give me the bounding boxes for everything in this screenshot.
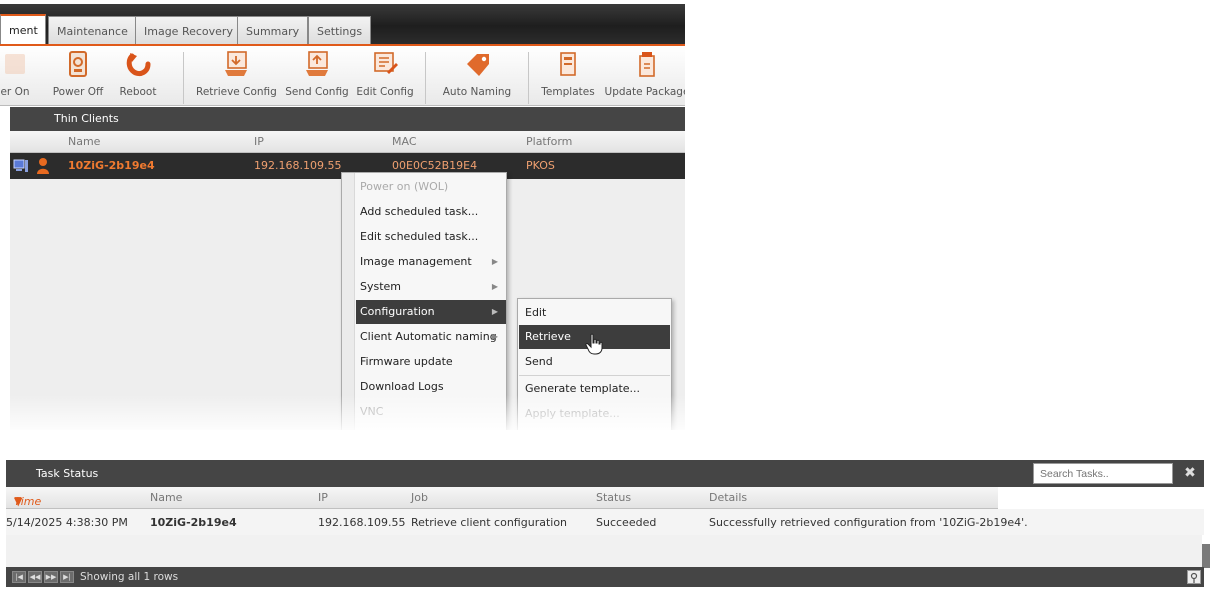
retrieve-config-icon: [225, 51, 247, 76]
column-details[interactable]: Details: [709, 491, 747, 504]
thin-clients-column-headers: Name IP MAC Platform: [10, 131, 685, 153]
table-row[interactable]: 5/14/2025 4:38:30 PM 10ZiG-2b19e4 192.16…: [6, 509, 1204, 535]
context-menu: Power on (WOL) Add scheduled task... Edi…: [341, 172, 507, 430]
submenu-arrow-icon: ▶: [491, 282, 498, 291]
power-off-button[interactable]: Power Off: [50, 50, 106, 106]
first-page-button[interactable]: |◀: [12, 571, 26, 583]
thin-client-platform: PKOS: [526, 159, 555, 172]
reboot-button[interactable]: Reboot: [114, 50, 162, 106]
menu-item-add-scheduled-task[interactable]: Add scheduled task...: [356, 200, 506, 224]
tab-bar: ment Maintenance Image Recovery Summary …: [0, 4, 685, 46]
ribbon-toolbar: er On Power Off Reboot Retrieve Config S…: [0, 44, 685, 106]
submenu-separator: [519, 375, 670, 376]
user-icon: [37, 158, 49, 174]
task-details: Successfully retrieved configuration fro…: [709, 516, 1028, 529]
menu-item-configuration[interactable]: Configuration ▶: [356, 300, 506, 324]
task-name: 10ZiG-2b19e4: [150, 516, 237, 529]
task-job: Retrieve client configuration: [411, 516, 568, 529]
tab-maintenance[interactable]: Maintenance: [48, 16, 137, 46]
retrieve-config-button[interactable]: Retrieve Config: [196, 50, 277, 106]
column-name[interactable]: Name: [150, 491, 182, 504]
task-status: Succeeded: [596, 516, 657, 529]
submenu-arrow-icon: ▶: [491, 257, 498, 266]
power-off-icon: [69, 51, 87, 77]
thin-client-name: 10ZiG-2b19e4: [68, 159, 155, 172]
submenu-arrow-icon: ▶: [491, 332, 498, 341]
menu-item-client-automatic-naming[interactable]: Client Automatic naming ▶: [356, 325, 506, 349]
ribbon-separator: [425, 52, 426, 104]
menu-item-power-on-wol[interactable]: Power on (WOL): [356, 175, 506, 199]
submenu-item-edit[interactable]: Edit: [519, 301, 670, 325]
tab-image-recovery[interactable]: Image Recovery: [135, 16, 242, 46]
update-package-button[interactable]: Update Package: [604, 50, 685, 106]
column-ip[interactable]: IP: [318, 491, 328, 504]
power-on-icon: [5, 54, 25, 74]
power-on-button[interactable]: er On: [0, 50, 38, 106]
ribbon-separator: [528, 52, 529, 104]
task-status-footer: |◀ ◀◀ ▶▶ ▶| Showing all 1 rows: [6, 567, 1204, 587]
menu-item-system[interactable]: System ▶: [356, 275, 506, 299]
auto-naming-icon: [467, 54, 489, 76]
task-status-header: Task Status: [6, 460, 1204, 487]
close-icon[interactable]: ✖: [1180, 463, 1200, 484]
submenu-arrow-icon: ▶: [491, 307, 498, 316]
tab-settings[interactable]: Settings: [308, 16, 372, 46]
reboot-icon: [126, 53, 151, 77]
menu-item-image-management[interactable]: Image management ▶: [356, 250, 506, 274]
previous-page-button[interactable]: ◀◀: [28, 571, 42, 583]
submenu-item-apply-template[interactable]: Apply template...: [519, 402, 670, 426]
templates-icon: [560, 52, 576, 76]
templates-button[interactable]: Templates: [538, 50, 598, 106]
column-header-filler: [998, 487, 1204, 509]
next-page-button[interactable]: ▶▶: [44, 571, 58, 583]
column-platform[interactable]: Platform: [526, 135, 572, 148]
app-window-crop: ment Maintenance Image Recovery Summary …: [0, 0, 685, 430]
column-status[interactable]: Status: [596, 491, 631, 504]
hand-cursor-icon: [585, 333, 603, 355]
send-config-button[interactable]: Send Config: [282, 50, 352, 106]
column-mac[interactable]: MAC: [392, 135, 417, 148]
column-job[interactable]: Job: [411, 491, 428, 504]
vertical-scrollbar[interactable]: [1202, 544, 1210, 568]
send-config-icon: [306, 51, 328, 76]
menu-item-edit-scheduled-task[interactable]: Edit scheduled task...: [356, 225, 506, 249]
column-name[interactable]: Name: [68, 135, 100, 148]
pin-icon[interactable]: [1187, 570, 1201, 584]
thin-client-ip: 192.168.109.55: [254, 159, 342, 172]
pin-glyph-icon: [1190, 572, 1198, 583]
auto-naming-button[interactable]: Auto Naming: [436, 50, 518, 106]
thin-client-device-icon: [13, 159, 28, 172]
thin-client-mac: 00E0C52B19E4: [392, 159, 478, 172]
submenu-item-generate-template[interactable]: Generate template...: [519, 377, 670, 401]
menu-item-download-logs[interactable]: Download Logs: [356, 375, 506, 399]
menu-gutter: [342, 173, 355, 430]
task-ip: 192.168.109.55: [318, 516, 406, 529]
configuration-submenu: Edit Retrieve Send Generate template... …: [517, 298, 672, 430]
column-ip[interactable]: IP: [254, 135, 264, 148]
task-status-column-headers: ▼ Time Name IP Job Status Details: [6, 487, 998, 509]
update-package-icon: [639, 52, 655, 77]
thin-clients-header: Thin Clients: [10, 107, 685, 131]
menu-item-vnc[interactable]: VNC: [356, 400, 506, 424]
task-time: 5/14/2025 4:38:30 PM: [6, 516, 128, 529]
tab-management[interactable]: ment: [0, 14, 46, 46]
row-count-text: Showing all 1 rows: [80, 571, 179, 583]
last-page-button[interactable]: ▶|: [60, 571, 74, 583]
search-tasks-input[interactable]: [1033, 463, 1173, 484]
ribbon-separator: [183, 52, 184, 104]
task-status-grid-body: [6, 535, 1202, 567]
menu-item-firmware-update[interactable]: Firmware update: [356, 350, 506, 374]
edit-config-button[interactable]: Edit Config: [355, 50, 415, 106]
edit-config-icon: [374, 52, 398, 74]
tab-summary[interactable]: Summary: [237, 16, 309, 46]
